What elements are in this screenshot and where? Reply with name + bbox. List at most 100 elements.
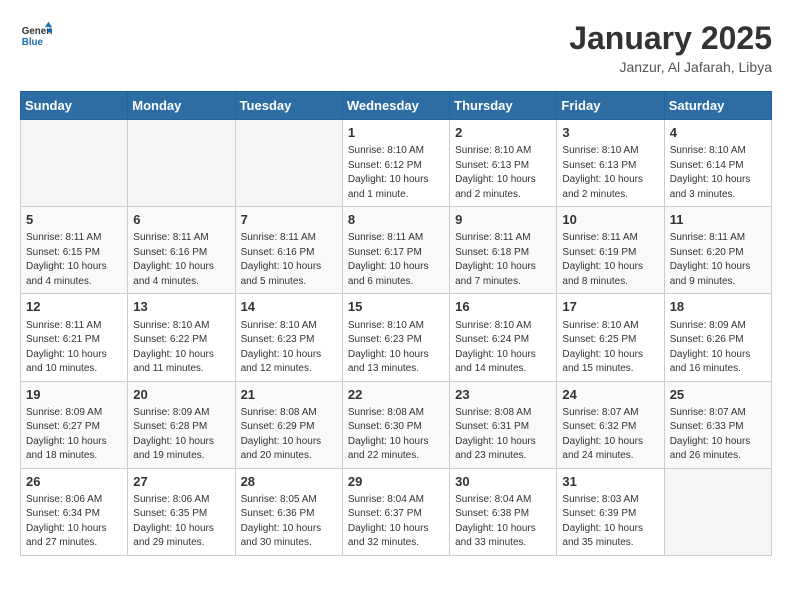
day-number: 13 <box>133 298 229 316</box>
calendar-day: 25 Sunrise: 8:07 AM Sunset: 6:33 PM Dayli… <box>664 381 771 468</box>
day-info: Sunrise: 8:11 AM Sunset: 6:19 PM Dayligh… <box>562 231 658 289</box>
calendar-day: 19 Sunrise: 8:09 AM Sunset: 6:27 PM Dayli… <box>21 381 128 468</box>
page-header: General Blue January 2025 Janzur, Al Jaf… <box>20 20 772 75</box>
day-number: 14 <box>241 298 337 316</box>
day-number: 4 <box>670 124 766 142</box>
day-number: 11 <box>670 211 766 229</box>
day-number: 7 <box>241 211 337 229</box>
day-number: 19 <box>26 386 122 404</box>
day-number: 31 <box>562 473 658 491</box>
day-info: Sunrise: 8:08 AM Sunset: 6:31 PM Dayligh… <box>455 406 551 464</box>
calendar-day: 10 Sunrise: 8:11 AM Sunset: 6:19 PM Dayli… <box>557 207 664 294</box>
day-number: 21 <box>241 386 337 404</box>
day-number: 15 <box>348 298 444 316</box>
day-info: Sunrise: 8:11 AM Sunset: 6:21 PM Dayligh… <box>26 319 122 377</box>
calendar-day: 1Sunrise: 8:10 AM Sunset: 6:12 PM Daylig… <box>342 120 449 207</box>
day-number: 20 <box>133 386 229 404</box>
calendar-day: 16 Sunrise: 8:10 AM Sunset: 6:24 PM Dayli… <box>450 294 557 381</box>
calendar-day: 6 Sunrise: 8:11 AM Sunset: 6:16 PM Daylig… <box>128 207 235 294</box>
calendar-week-row: 5 Sunrise: 8:11 AM Sunset: 6:15 PM Daylig… <box>21 207 772 294</box>
day-info: Sunrise: 8:07 AM Sunset: 6:32 PM Dayligh… <box>562 406 658 464</box>
calendar-day <box>235 120 342 207</box>
day-info: Sunrise: 8:11 AM Sunset: 6:16 PM Dayligh… <box>133 231 229 289</box>
logo-icon: General Blue <box>20 20 52 52</box>
day-info: Sunrise: 8:11 AM Sunset: 6:16 PM Dayligh… <box>241 231 337 289</box>
calendar-day: 28 Sunrise: 8:05 AM Sunset: 6:36 PM Dayli… <box>235 468 342 555</box>
logo: General Blue <box>20 20 52 52</box>
day-number: 8 <box>348 211 444 229</box>
calendar-day: 29 Sunrise: 8:04 AM Sunset: 6:37 PM Dayli… <box>342 468 449 555</box>
day-info: Sunrise: 8:06 AM Sunset: 6:35 PM Dayligh… <box>133 493 229 551</box>
calendar-day: 21 Sunrise: 8:08 AM Sunset: 6:29 PM Dayli… <box>235 381 342 468</box>
weekday-header-row: SundayMondayTuesdayWednesdayThursdayFrid… <box>21 92 772 120</box>
day-number: 27 <box>133 473 229 491</box>
calendar-week-row: 26Sunrise: 8:06 AM Sunset: 6:34 PM Dayli… <box>21 468 772 555</box>
calendar-day: 8 Sunrise: 8:11 AM Sunset: 6:17 PM Daylig… <box>342 207 449 294</box>
calendar-day: 26Sunrise: 8:06 AM Sunset: 6:34 PM Dayli… <box>21 468 128 555</box>
day-number: 10 <box>562 211 658 229</box>
day-info: Sunrise: 8:11 AM Sunset: 6:17 PM Dayligh… <box>348 231 444 289</box>
calendar-day: 30 Sunrise: 8:04 AM Sunset: 6:38 PM Dayli… <box>450 468 557 555</box>
weekday-header-monday: Monday <box>128 92 235 120</box>
weekday-header-thursday: Thursday <box>450 92 557 120</box>
calendar-title: January 2025 <box>569 20 772 57</box>
calendar-day: 13 Sunrise: 8:10 AM Sunset: 6:22 PM Dayli… <box>128 294 235 381</box>
calendar-day: 24Sunrise: 8:07 AM Sunset: 6:32 PM Dayli… <box>557 381 664 468</box>
day-number: 12 <box>26 298 122 316</box>
day-number: 28 <box>241 473 337 491</box>
day-number: 26 <box>26 473 122 491</box>
calendar-day: 18 Sunrise: 8:09 AM Sunset: 6:26 PM Dayli… <box>664 294 771 381</box>
calendar-day: 22Sunrise: 8:08 AM Sunset: 6:30 PM Dayli… <box>342 381 449 468</box>
day-info: Sunrise: 8:04 AM Sunset: 6:37 PM Dayligh… <box>348 493 444 551</box>
day-number: 9 <box>455 211 551 229</box>
day-number: 17 <box>562 298 658 316</box>
calendar-day: 20Sunrise: 8:09 AM Sunset: 6:28 PM Dayli… <box>128 381 235 468</box>
calendar-day: 14 Sunrise: 8:10 AM Sunset: 6:23 PM Dayli… <box>235 294 342 381</box>
calendar-day: 23Sunrise: 8:08 AM Sunset: 6:31 PM Dayli… <box>450 381 557 468</box>
calendar-day: 15 Sunrise: 8:10 AM Sunset: 6:23 PM Dayli… <box>342 294 449 381</box>
calendar-day: 4 Sunrise: 8:10 AM Sunset: 6:14 PM Daylig… <box>664 120 771 207</box>
day-info: Sunrise: 8:11 AM Sunset: 6:15 PM Dayligh… <box>26 231 122 289</box>
calendar-subtitle: Janzur, Al Jafarah, Libya <box>569 59 772 75</box>
calendar-day: 2Sunrise: 8:10 AM Sunset: 6:13 PM Daylig… <box>450 120 557 207</box>
day-info: Sunrise: 8:10 AM Sunset: 6:12 PM Dayligh… <box>348 144 444 202</box>
day-info: Sunrise: 8:10 AM Sunset: 6:13 PM Dayligh… <box>562 144 658 202</box>
day-info: Sunrise: 8:08 AM Sunset: 6:30 PM Dayligh… <box>348 406 444 464</box>
day-info: Sunrise: 8:11 AM Sunset: 6:20 PM Dayligh… <box>670 231 766 289</box>
calendar-day: 5 Sunrise: 8:11 AM Sunset: 6:15 PM Daylig… <box>21 207 128 294</box>
calendar-day: 9 Sunrise: 8:11 AM Sunset: 6:18 PM Daylig… <box>450 207 557 294</box>
day-number: 3 <box>562 124 658 142</box>
day-info: Sunrise: 8:07 AM Sunset: 6:33 PM Dayligh… <box>670 406 766 464</box>
svg-text:Blue: Blue <box>22 37 44 48</box>
day-info: Sunrise: 8:09 AM Sunset: 6:26 PM Dayligh… <box>670 319 766 377</box>
calendar-table: SundayMondayTuesdayWednesdayThursdayFrid… <box>20 91 772 556</box>
day-number: 30 <box>455 473 551 491</box>
day-number: 29 <box>348 473 444 491</box>
day-info: Sunrise: 8:10 AM Sunset: 6:23 PM Dayligh… <box>348 319 444 377</box>
day-info: Sunrise: 8:03 AM Sunset: 6:39 PM Dayligh… <box>562 493 658 551</box>
day-info: Sunrise: 8:10 AM Sunset: 6:24 PM Dayligh… <box>455 319 551 377</box>
calendar-week-row: 12 Sunrise: 8:11 AM Sunset: 6:21 PM Dayli… <box>21 294 772 381</box>
day-info: Sunrise: 8:10 AM Sunset: 6:22 PM Dayligh… <box>133 319 229 377</box>
calendar-day: 12 Sunrise: 8:11 AM Sunset: 6:21 PM Dayli… <box>21 294 128 381</box>
day-number: 16 <box>455 298 551 316</box>
day-number: 25 <box>670 386 766 404</box>
day-info: Sunrise: 8:10 AM Sunset: 6:23 PM Dayligh… <box>241 319 337 377</box>
day-number: 18 <box>670 298 766 316</box>
calendar-day <box>128 120 235 207</box>
day-info: Sunrise: 8:09 AM Sunset: 6:27 PM Dayligh… <box>26 406 122 464</box>
calendar-day: 11 Sunrise: 8:11 AM Sunset: 6:20 PM Dayli… <box>664 207 771 294</box>
day-info: Sunrise: 8:11 AM Sunset: 6:18 PM Dayligh… <box>455 231 551 289</box>
day-info: Sunrise: 8:04 AM Sunset: 6:38 PM Dayligh… <box>455 493 551 551</box>
weekday-header-saturday: Saturday <box>664 92 771 120</box>
day-number: 5 <box>26 211 122 229</box>
day-info: Sunrise: 8:05 AM Sunset: 6:36 PM Dayligh… <box>241 493 337 551</box>
calendar-week-row: 1Sunrise: 8:10 AM Sunset: 6:12 PM Daylig… <box>21 120 772 207</box>
weekday-header-tuesday: Tuesday <box>235 92 342 120</box>
calendar-day <box>21 120 128 207</box>
day-info: Sunrise: 8:10 AM Sunset: 6:13 PM Dayligh… <box>455 144 551 202</box>
weekday-header-sunday: Sunday <box>21 92 128 120</box>
day-info: Sunrise: 8:10 AM Sunset: 6:14 PM Dayligh… <box>670 144 766 202</box>
day-number: 6 <box>133 211 229 229</box>
day-info: Sunrise: 8:08 AM Sunset: 6:29 PM Dayligh… <box>241 406 337 464</box>
